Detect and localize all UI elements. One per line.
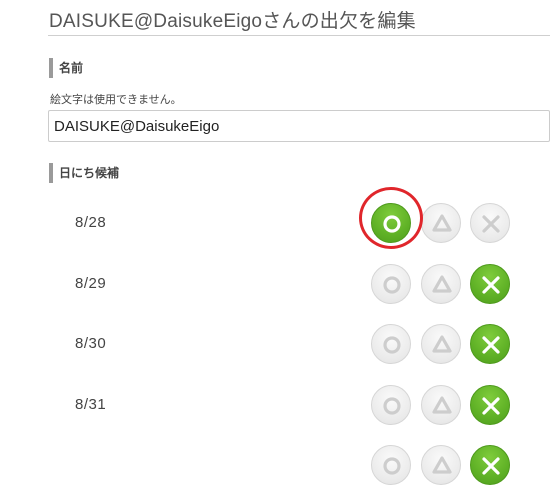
date-label: 8/30: [75, 335, 107, 352]
name-note: 絵文字は使用できません。: [50, 94, 182, 106]
cross-choice-button[interactable]: [470, 385, 510, 425]
date-label: 8/31: [75, 396, 107, 413]
title-divider: [48, 35, 550, 36]
date-label: 8/29: [75, 275, 107, 292]
page-title: DAISUKE@DaisukeEigoさんの出欠を編集: [49, 11, 416, 32]
circle-choice-button[interactable]: [371, 264, 411, 304]
circle-choice-button[interactable]: [371, 203, 411, 243]
triangle-choice-button[interactable]: [421, 385, 461, 425]
date-row: 8/28: [0, 201, 552, 245]
date-row: 8/30: [0, 322, 552, 366]
cross-choice-button[interactable]: [470, 445, 510, 485]
date-row: 8/31: [0, 383, 552, 427]
circle-choice-button[interactable]: [371, 324, 411, 364]
triangle-choice-button[interactable]: [421, 203, 461, 243]
circle-choice-button[interactable]: [371, 445, 411, 485]
cross-choice-button[interactable]: [470, 264, 510, 304]
triangle-choice-button[interactable]: [421, 445, 461, 485]
triangle-choice-button[interactable]: [421, 324, 461, 364]
triangle-choice-button[interactable]: [421, 264, 461, 304]
dates-section-heading: 日にち候補: [49, 163, 119, 183]
cross-choice-button[interactable]: [470, 324, 510, 364]
date-row: [0, 443, 552, 487]
date-label: 8/28: [75, 214, 107, 231]
cross-choice-button[interactable]: [470, 203, 510, 243]
name-section-heading: 名前: [49, 58, 83, 78]
name-input[interactable]: [48, 110, 550, 142]
date-row: 8/29: [0, 262, 552, 306]
circle-choice-button[interactable]: [371, 385, 411, 425]
